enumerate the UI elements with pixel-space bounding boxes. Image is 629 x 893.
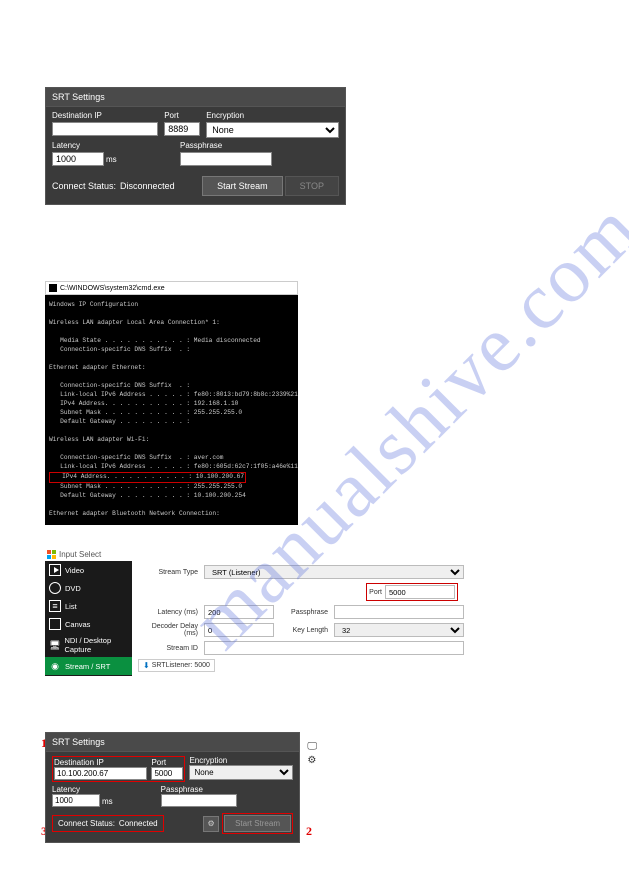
status-value: Disconnected <box>120 181 175 191</box>
decoder-delay-input[interactable] <box>204 623 274 637</box>
encryption-select[interactable]: None <box>189 765 293 780</box>
latency-input[interactable] <box>52 152 104 166</box>
latency-input[interactable] <box>52 794 100 807</box>
start-stream-highlight: Start Stream <box>222 813 293 834</box>
port-highlight-box: Port <box>366 583 458 601</box>
stream-id-input[interactable] <box>204 641 464 655</box>
vmix-input-panel: Input Select Video DVD List Canvas NDI /… <box>45 548 470 676</box>
vmix-sidebar: Video DVD List Canvas NDI / Desktop Capt… <box>45 561 132 676</box>
port-input[interactable] <box>164 122 200 136</box>
vmix-form: Stream Type SRT (Listener) Port Latency … <box>132 561 470 676</box>
dest-ip-label: Destination IP <box>52 111 158 120</box>
latency-label: Latency <box>52 141 122 150</box>
gear-button[interactable]: ⚙ <box>203 816 219 832</box>
windows-icon <box>47 550 56 559</box>
tab-label: SRTListener: 5000 <box>152 662 210 669</box>
encryption-label: Encryption <box>189 756 293 765</box>
port-label: Port <box>369 589 382 596</box>
vmix-titlebar: Input Select <box>45 548 470 561</box>
dest-ip-input[interactable] <box>52 122 158 136</box>
encryption-select[interactable]: None <box>206 122 339 138</box>
status-highlight: Connect Status: Connected <box>52 815 164 832</box>
callout-2: 2 <box>306 824 312 839</box>
extra-icons: 🖵 ⚙ <box>307 741 317 766</box>
sidebar-item-label: Video <box>65 566 84 575</box>
start-stream-button[interactable]: Start Stream <box>224 815 291 832</box>
passphrase-label: Passphrase <box>180 141 339 150</box>
port-label: Port <box>164 111 200 120</box>
panel-title: SRT Settings <box>46 733 299 752</box>
dest-port-highlight: Destination IP Port <box>52 756 185 782</box>
sidebar-item-dvd[interactable]: DVD <box>45 579 132 597</box>
start-stream-button[interactable]: Start Stream <box>202 176 283 196</box>
sidebar-item-label: Stream / SRT <box>65 662 110 671</box>
stream-icon <box>49 660 61 672</box>
sidebar-item-label: List <box>65 602 77 611</box>
ndi-icon <box>49 639 60 651</box>
key-length-label: Key Length <box>280 627 328 634</box>
passphrase-label: Passphrase <box>280 609 328 616</box>
dest-ip-input[interactable] <box>54 767 147 780</box>
stream-type-label: Stream Type <box>138 569 198 576</box>
sidebar-item-label: DVD <box>65 584 81 593</box>
ipv4-highlight: IPv4 Address. . . . . . . . . . . : 10.1… <box>49 472 246 483</box>
panel-title: SRT Settings <box>46 88 345 107</box>
key-length-select[interactable]: 32 <box>334 623 464 637</box>
sidebar-item-video[interactable]: Video <box>45 561 132 579</box>
dvd-icon <box>49 582 61 594</box>
passphrase-input[interactable] <box>161 794 237 807</box>
sidebar-item-list[interactable]: List <box>45 597 132 615</box>
sidebar-item-label: Canvas <box>65 620 90 629</box>
tab-icon: ⬇ <box>143 661 150 670</box>
monitor-icon: 🖵 <box>307 741 317 752</box>
cmd-output: Windows IP Configuration Wireless LAN ad… <box>45 295 298 525</box>
sidebar-item-stream-srt[interactable]: Stream / SRT <box>45 657 132 675</box>
status-label: Connect Status: <box>52 181 116 191</box>
passphrase-input[interactable] <box>180 152 272 166</box>
srt-settings-panel-top: SRT Settings Destination IP Port Encrypt… <box>45 87 346 205</box>
passphrase-input[interactable] <box>334 605 464 619</box>
decoder-delay-label: Decoder Delay (ms) <box>138 623 198 637</box>
cmd-window: C:\WINDOWS\system32\cmd.exe Windows IP C… <box>45 281 298 525</box>
sidebar-item-label: NDI / Desktop Capture <box>64 636 128 654</box>
srt-settings-panel-bottom: 1 2 3 🖵 ⚙ SRT Settings Destination IP Po… <box>45 732 300 843</box>
play-icon <box>49 564 61 576</box>
port-label: Port <box>151 758 183 767</box>
list-icon <box>49 600 61 612</box>
vmix-title-text: Input Select <box>59 550 101 559</box>
port-input[interactable] <box>385 585 455 599</box>
latency-input[interactable] <box>204 605 274 619</box>
srt-listener-tab[interactable]: ⬇ SRTListener: 5000 <box>138 659 215 672</box>
canvas-icon <box>49 618 61 630</box>
cmd-title-text: C:\WINDOWS\system32\cmd.exe <box>60 285 165 292</box>
status-value: Connected <box>119 819 158 828</box>
latency-unit: ms <box>106 155 117 166</box>
latency-unit: ms <box>102 797 113 807</box>
settings-icon: ⚙ <box>307 755 317 766</box>
port-input[interactable] <box>151 767 183 780</box>
dest-ip-label: Destination IP <box>54 758 147 767</box>
sidebar-item-ndi[interactable]: NDI / Desktop Capture <box>45 633 132 657</box>
latency-label: Latency (ms) <box>138 609 198 616</box>
stream-id-label: Stream ID <box>138 645 198 652</box>
encryption-label: Encryption <box>206 111 339 120</box>
stream-type-select[interactable]: SRT (Listener) <box>204 565 464 579</box>
cmd-icon <box>49 284 57 292</box>
status-label: Connect Status: <box>58 819 115 828</box>
sidebar-item-canvas[interactable]: Canvas <box>45 615 132 633</box>
passphrase-label: Passphrase <box>161 785 293 794</box>
stop-button[interactable]: STOP <box>285 176 339 196</box>
cmd-titlebar: C:\WINDOWS\system32\cmd.exe <box>45 281 298 295</box>
latency-label: Latency <box>52 785 113 794</box>
